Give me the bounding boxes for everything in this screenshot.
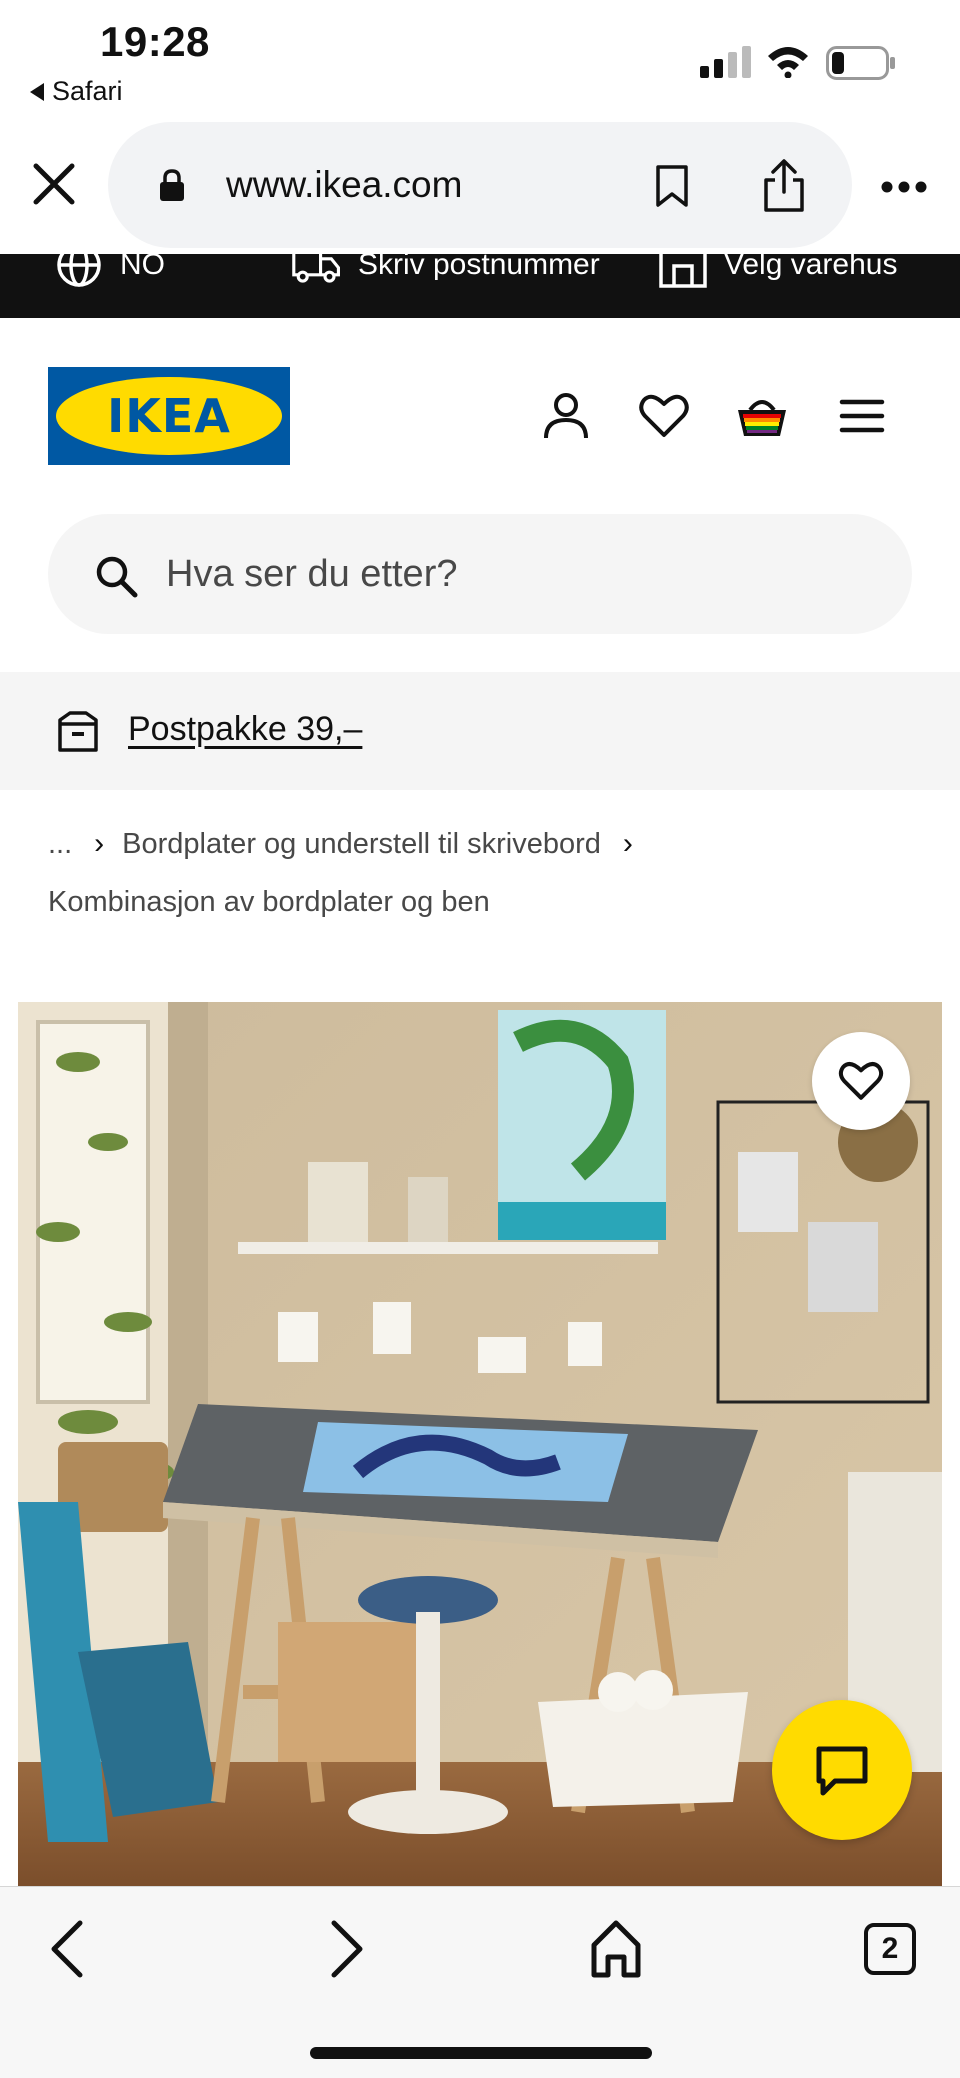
postpakke-link[interactable]: Postpakke 39,– [128,710,362,749]
search-bar[interactable] [48,514,912,634]
breadcrumb-separator: › [622,827,633,860]
close-icon[interactable] [30,160,78,208]
more-icon[interactable] [880,180,928,194]
share-icon[interactable] [760,158,808,214]
browser-toolbar: 2 [0,1886,960,2078]
home-icon[interactable] [586,1917,646,1981]
url-text: www.ikea.com [226,164,463,205]
status-time: 19:28 [100,18,210,65]
logo-text: IKEA [107,389,231,443]
search-input[interactable] [166,544,866,604]
heart-icon[interactable] [638,390,690,442]
language-label: NO [120,254,165,281]
browser-url-row: www.ikea.com [0,118,960,254]
package-icon [58,711,98,752]
breadcrumb-link-category[interactable]: Bordplater og understell til skrivebord [122,828,601,861]
tabs-button[interactable]: 2 [864,1923,916,1975]
ikea-logo[interactable]: IKEA [48,367,290,465]
lock-icon [160,169,184,201]
shipping-banner: Postpakke 39,– [0,672,960,790]
address-bar[interactable]: www.ikea.com [108,122,852,248]
breadcrumb-ellipsis[interactable]: ... [48,828,72,861]
battery-icon [826,46,895,80]
truck-icon [292,254,340,283]
language-selector[interactable]: NO [54,254,165,290]
chat-button[interactable] [772,1700,912,1840]
store-selector[interactable]: Velg varehus [658,254,897,290]
back-app-label: Safari [52,76,123,106]
cellular-signal-icon [700,46,751,78]
home-indicator [310,2047,652,2059]
chat-bubble-icon [816,1746,868,1796]
search-icon [96,556,138,598]
tab-count: 2 [881,1932,899,1965]
breadcrumb-current: Kombinasjon av bordplater og ben [48,886,490,918]
breadcrumb: ... › Bordplater og understell til skriv… [48,820,928,926]
menu-icon[interactable] [836,390,888,442]
profile-icon[interactable] [540,390,592,442]
postcode-label: Skriv postnummer [358,254,600,281]
bookmark-icon[interactable] [654,164,690,208]
basket-icon[interactable] [736,390,788,442]
globe-icon [57,254,101,287]
heart-icon [838,1062,884,1100]
add-to-favourites-button[interactable] [812,1032,910,1130]
back-triangle-icon [30,82,44,101]
breadcrumb-separator: › [94,827,105,860]
back-to-safari-link[interactable]: Safari [30,76,123,107]
wifi-icon [768,47,808,78]
postcode-selector[interactable]: Skriv postnummer [292,254,600,290]
store-icon [659,254,707,288]
back-icon[interactable] [40,1917,100,1981]
top-utility-strip: NO Skriv postnummer Velg varehus [0,254,960,318]
forward-icon[interactable] [314,1917,374,1981]
status-bar: 19:28 Safari [0,0,960,118]
store-label: Velg varehus [724,254,898,281]
